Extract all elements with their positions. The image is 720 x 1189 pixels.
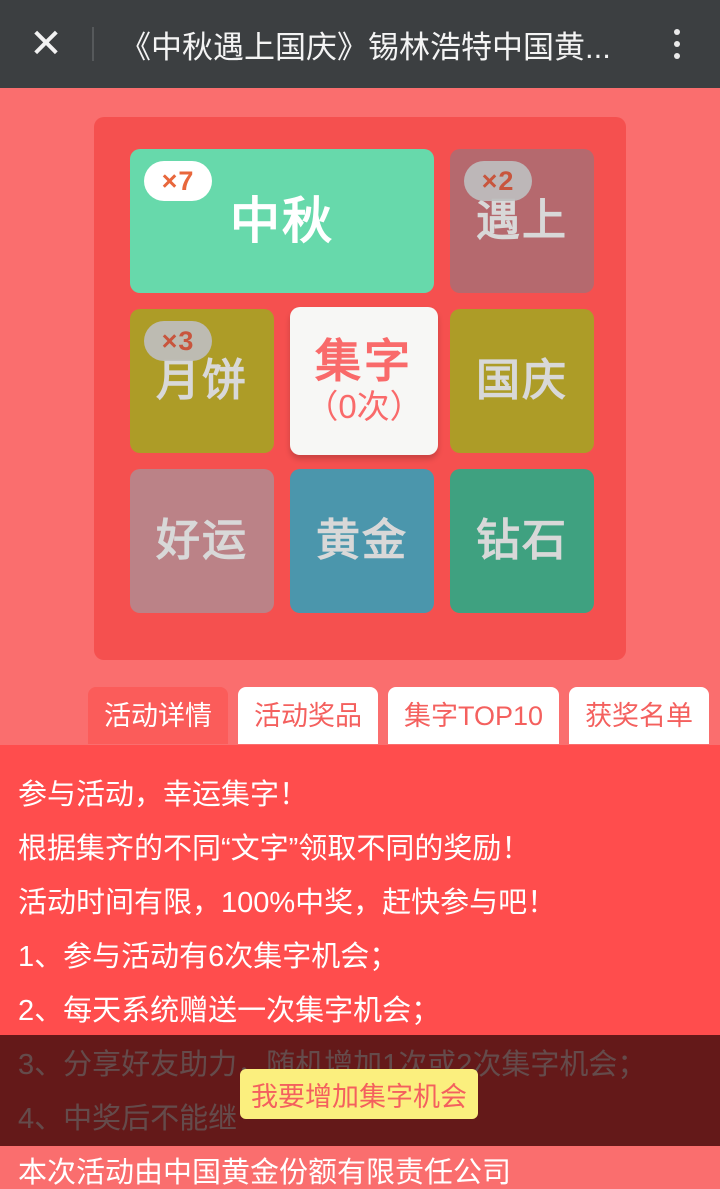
grid-tile-yushang[interactable]: ×2 遇上 xyxy=(450,149,594,293)
tab-activity-prizes[interactable]: 活动奖品 xyxy=(238,687,378,745)
titlebar: ✕ 《中秋遇上国庆》锡林浩特中国黄... xyxy=(0,0,720,88)
tile-label: 好运 xyxy=(156,515,248,565)
collect-word-label: 集字 xyxy=(315,335,413,388)
grid-tile-zuanshi[interactable]: 钻石 xyxy=(450,469,594,613)
tab-collect-top10[interactable]: 集字TOP10 xyxy=(388,687,560,745)
content-line: 2、每天系统赠送一次集字机会； xyxy=(18,995,441,1027)
grid-tile-guoqing[interactable]: 国庆 xyxy=(450,309,594,453)
tile-label: 遇上 xyxy=(476,195,568,245)
tile-label: 中秋 xyxy=(230,192,334,249)
tab-activity-detail[interactable]: 活动详情 xyxy=(88,687,228,745)
page-title: 《中秋遇上国庆》锡林浩特中国黄... xyxy=(120,29,611,65)
menu-dot xyxy=(674,29,680,35)
tile-badge-count: ×3 xyxy=(144,321,212,361)
content-line: 本次活动由中国黄金份额有限责任公司 xyxy=(18,1157,512,1189)
collect-grid-panel: ×7 中秋 ×2 遇上 ×3 月饼 集字 （0次） 国庆 好运 黄金 钻石 xyxy=(94,117,626,660)
grid-tile-haoyun[interactable]: 好运 xyxy=(130,469,274,613)
tab-winner-list[interactable]: 获奖名单 xyxy=(569,687,710,745)
tile-label: 国庆 xyxy=(476,355,568,405)
content-line: 1、参与活动有6次集字机会； xyxy=(18,941,399,973)
collect-word-count: （0次） xyxy=(305,387,423,425)
more-options-icon[interactable] xyxy=(634,0,720,88)
menu-dot xyxy=(674,53,680,59)
close-icon[interactable]: ✕ xyxy=(0,0,92,88)
grid-tile-yuebing[interactable]: ×3 月饼 xyxy=(130,309,274,453)
collect-word-button[interactable]: 集字 （0次） xyxy=(290,307,438,455)
tile-badge-count: ×2 xyxy=(464,161,532,201)
content-line: 参与活动，幸运集字！ xyxy=(18,779,309,811)
menu-dot xyxy=(674,41,680,47)
tile-label: 月饼 xyxy=(156,355,248,405)
grid-tile-huangjin[interactable]: 黄金 xyxy=(290,469,434,613)
add-chances-button[interactable]: 我要增加集字机会 xyxy=(240,1069,478,1119)
collect-grid: ×7 中秋 ×2 遇上 ×3 月饼 集字 （0次） 国庆 好运 黄金 钻石 xyxy=(130,149,594,622)
tile-label: 钻石 xyxy=(476,515,568,565)
tile-badge-count: ×7 xyxy=(144,161,212,201)
grid-tile-zhongqiu[interactable]: ×7 中秋 xyxy=(130,149,434,293)
tab-bar: 活动详情 活动奖品 集字TOP10 获奖名单 xyxy=(88,687,710,745)
content-line: 活动时间有限，100%中奖，赶快参与吧！ xyxy=(18,887,557,919)
tile-label: 黄金 xyxy=(316,515,408,565)
content-line: 根据集齐的不同“文字”领取不同的奖励！ xyxy=(18,833,531,865)
